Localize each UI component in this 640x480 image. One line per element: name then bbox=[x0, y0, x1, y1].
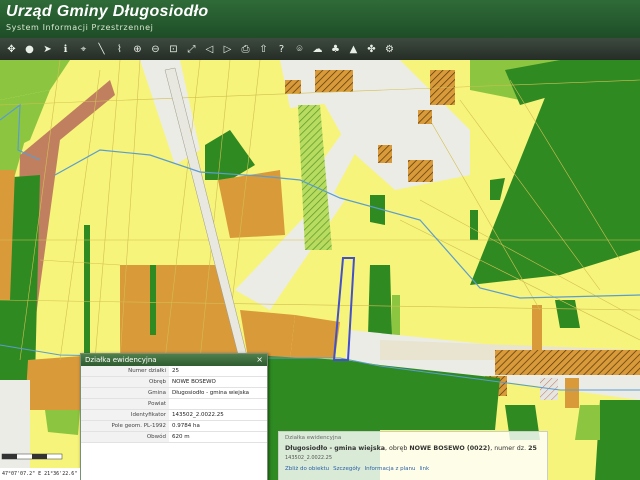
pan-icon[interactable]: ✥ bbox=[4, 42, 19, 57]
info-obreb: NOWE BOSEWO (0022) bbox=[409, 445, 491, 452]
meadow-area bbox=[45, 410, 80, 435]
triangle-icon[interactable]: ▲ bbox=[346, 42, 361, 57]
back-icon[interactable]: ◁ bbox=[202, 42, 217, 57]
orange-parcel bbox=[218, 170, 285, 238]
popup-row: Gmina Długosiodło - gmina wiejska bbox=[81, 387, 267, 399]
close-icon[interactable]: × bbox=[256, 354, 263, 366]
popup-row: Obręb NOWE BOSEWO bbox=[81, 376, 267, 388]
orange-parcel bbox=[290, 315, 340, 360]
orange-parcel bbox=[565, 378, 579, 408]
popup-row-value: 25 bbox=[169, 366, 267, 377]
meadow-strip bbox=[392, 295, 400, 335]
popup-row-value: NOWE BOSEWO bbox=[169, 376, 267, 388]
popup-row-value-text: 0.9784 ha bbox=[172, 423, 200, 429]
gis-app: Urząd Gminy Długosiodło System Informacj… bbox=[0, 0, 640, 480]
measure-icon[interactable]: ⌖ bbox=[76, 42, 91, 57]
building-parcel bbox=[378, 145, 392, 163]
info-number: 25 bbox=[528, 445, 537, 452]
forest-area bbox=[595, 400, 640, 480]
popup-row: Identyfikator 143502_2.0022.25 bbox=[81, 409, 267, 421]
zoom-box-icon[interactable]: ⊡ bbox=[166, 42, 181, 57]
coordinates-readout: 47°07'07.2" E 21°36'22.6" bbox=[0, 468, 80, 480]
popup-header: Działka ewidencyjna × bbox=[81, 354, 267, 366]
popup-row-key: Numer działki bbox=[81, 366, 169, 377]
popup-table: Numer działki 25 Obręb NOWE BOSEWO Gmina Dług… bbox=[81, 366, 267, 443]
app-subtitle: System Informacji Przestrzennej bbox=[6, 23, 154, 32]
layers-icon[interactable]: ✤ bbox=[364, 42, 379, 57]
popup-row: Numer działki 25 bbox=[81, 366, 267, 377]
info-number-label: , numer dz. bbox=[490, 445, 529, 452]
orange-parcel bbox=[532, 305, 542, 350]
popup-row-key: Obręb bbox=[81, 376, 169, 388]
help-icon[interactable]: ? bbox=[274, 42, 289, 57]
building-parcel bbox=[285, 80, 301, 94]
forest-strip bbox=[470, 210, 478, 240]
app-header: Urząd Gminy Długosiodło System Informacj… bbox=[0, 0, 640, 38]
tree-icon[interactable]: ♣ bbox=[328, 42, 343, 57]
globe-icon[interactable]: ● bbox=[22, 42, 37, 57]
building-parcel bbox=[418, 110, 432, 124]
popup-row-value-text: 620 m bbox=[172, 434, 190, 440]
select-arrow-icon[interactable]: ➤ bbox=[40, 42, 55, 57]
forest-strip bbox=[150, 265, 156, 335]
info-link[interactable]: Zbliż do obiektu bbox=[285, 466, 329, 472]
location-icon[interactable]: ⌾ bbox=[292, 42, 307, 57]
info-link[interactable]: Szczegóły bbox=[333, 466, 360, 472]
popup-row-value: Długosiodło - gmina wiejska bbox=[169, 387, 267, 399]
zoom-in-icon[interactable]: ⊕ bbox=[130, 42, 145, 57]
popup-row-value bbox=[169, 398, 267, 410]
popup-row-value: 143502_2.0022.25 bbox=[169, 409, 267, 421]
area-icon[interactable]: ⌇ bbox=[112, 42, 127, 57]
info-gmina: Długosiodło - gmina wiejska bbox=[285, 445, 386, 452]
info-header: Działka ewidencyjna bbox=[285, 435, 342, 441]
app-title: Urząd Gminy Długosiodło bbox=[6, 3, 209, 20]
forest-strip bbox=[84, 225, 90, 355]
full-extent-icon[interactable]: ⤢ bbox=[184, 42, 199, 57]
forest-strip bbox=[368, 265, 392, 335]
map-toolbar: ✥ ● ➤ ℹ ⌖ ╲ ⌇ ⊕ ⊖ ⊡ ⤢ ◁ ▷ ⎙ ⇧? ⌾ ☁ ♣ ▲ ✤ ⚙ bbox=[0, 38, 640, 60]
info-links: Zbliż do obiektu Szczegóły Informacja z pl… bbox=[285, 466, 429, 472]
building-parcel bbox=[408, 160, 433, 182]
info-link[interactable]: Informacja z planu bbox=[365, 466, 416, 472]
info-identifier: 143502_2.0022.25 bbox=[285, 455, 333, 461]
scale-bar bbox=[1, 453, 63, 460]
building-parcel bbox=[495, 350, 640, 375]
info-obreb-label: , obręb bbox=[385, 445, 410, 452]
info-panel: Działka ewidencyjna Długosiodło - gmina … bbox=[278, 431, 548, 480]
popup-row-value: 620 m bbox=[169, 431, 267, 443]
cloud-icon[interactable]: ☁ bbox=[310, 42, 325, 57]
upload-icon[interactable]: ⇧ bbox=[256, 42, 271, 57]
popup-row-value-text: NOWE BOSEWO bbox=[172, 379, 216, 385]
info-line: Długosiodło - gmina wiejska, obręb NOWE … bbox=[285, 445, 543, 452]
popup-row-key: Obwód bbox=[81, 431, 169, 443]
popup-row-key: Powiat bbox=[81, 398, 169, 410]
info-icon[interactable]: ℹ bbox=[58, 42, 73, 57]
forward-icon[interactable]: ▷ bbox=[220, 42, 235, 57]
popup-row: Pole geom. PL-1992 0.9784 ha bbox=[81, 420, 267, 432]
popup-row-value: 0.9784 ha bbox=[169, 420, 267, 432]
print-icon[interactable]: ⎙ bbox=[238, 42, 253, 57]
popup-row: Obwód 620 m bbox=[81, 431, 267, 443]
info-link[interactable]: link bbox=[420, 466, 430, 472]
popup-row: Powiat bbox=[81, 398, 267, 410]
popup-title: Działka ewidencyjna bbox=[85, 356, 157, 364]
popup-row-key: Identyfikator bbox=[81, 409, 169, 421]
settings-icon[interactable]: ⚙ bbox=[382, 42, 397, 57]
popup-row-value-text: 143502_2.0022.25 bbox=[172, 412, 224, 418]
ruler-icon[interactable]: ╲ bbox=[94, 42, 109, 57]
popup-row-value-text: 25 bbox=[172, 368, 179, 374]
popup-row-value-text: Długosiodło - gmina wiejska bbox=[172, 390, 250, 396]
popup-row-key: Gmina bbox=[81, 387, 169, 399]
popup-row-key: Pole geom. PL-1992 bbox=[81, 420, 169, 432]
building-parcel bbox=[315, 70, 353, 92]
parcel-popup: Działka ewidencyjna × Numer działki 25 Obr… bbox=[80, 353, 268, 480]
zoom-out-icon[interactable]: ⊖ bbox=[148, 42, 163, 57]
